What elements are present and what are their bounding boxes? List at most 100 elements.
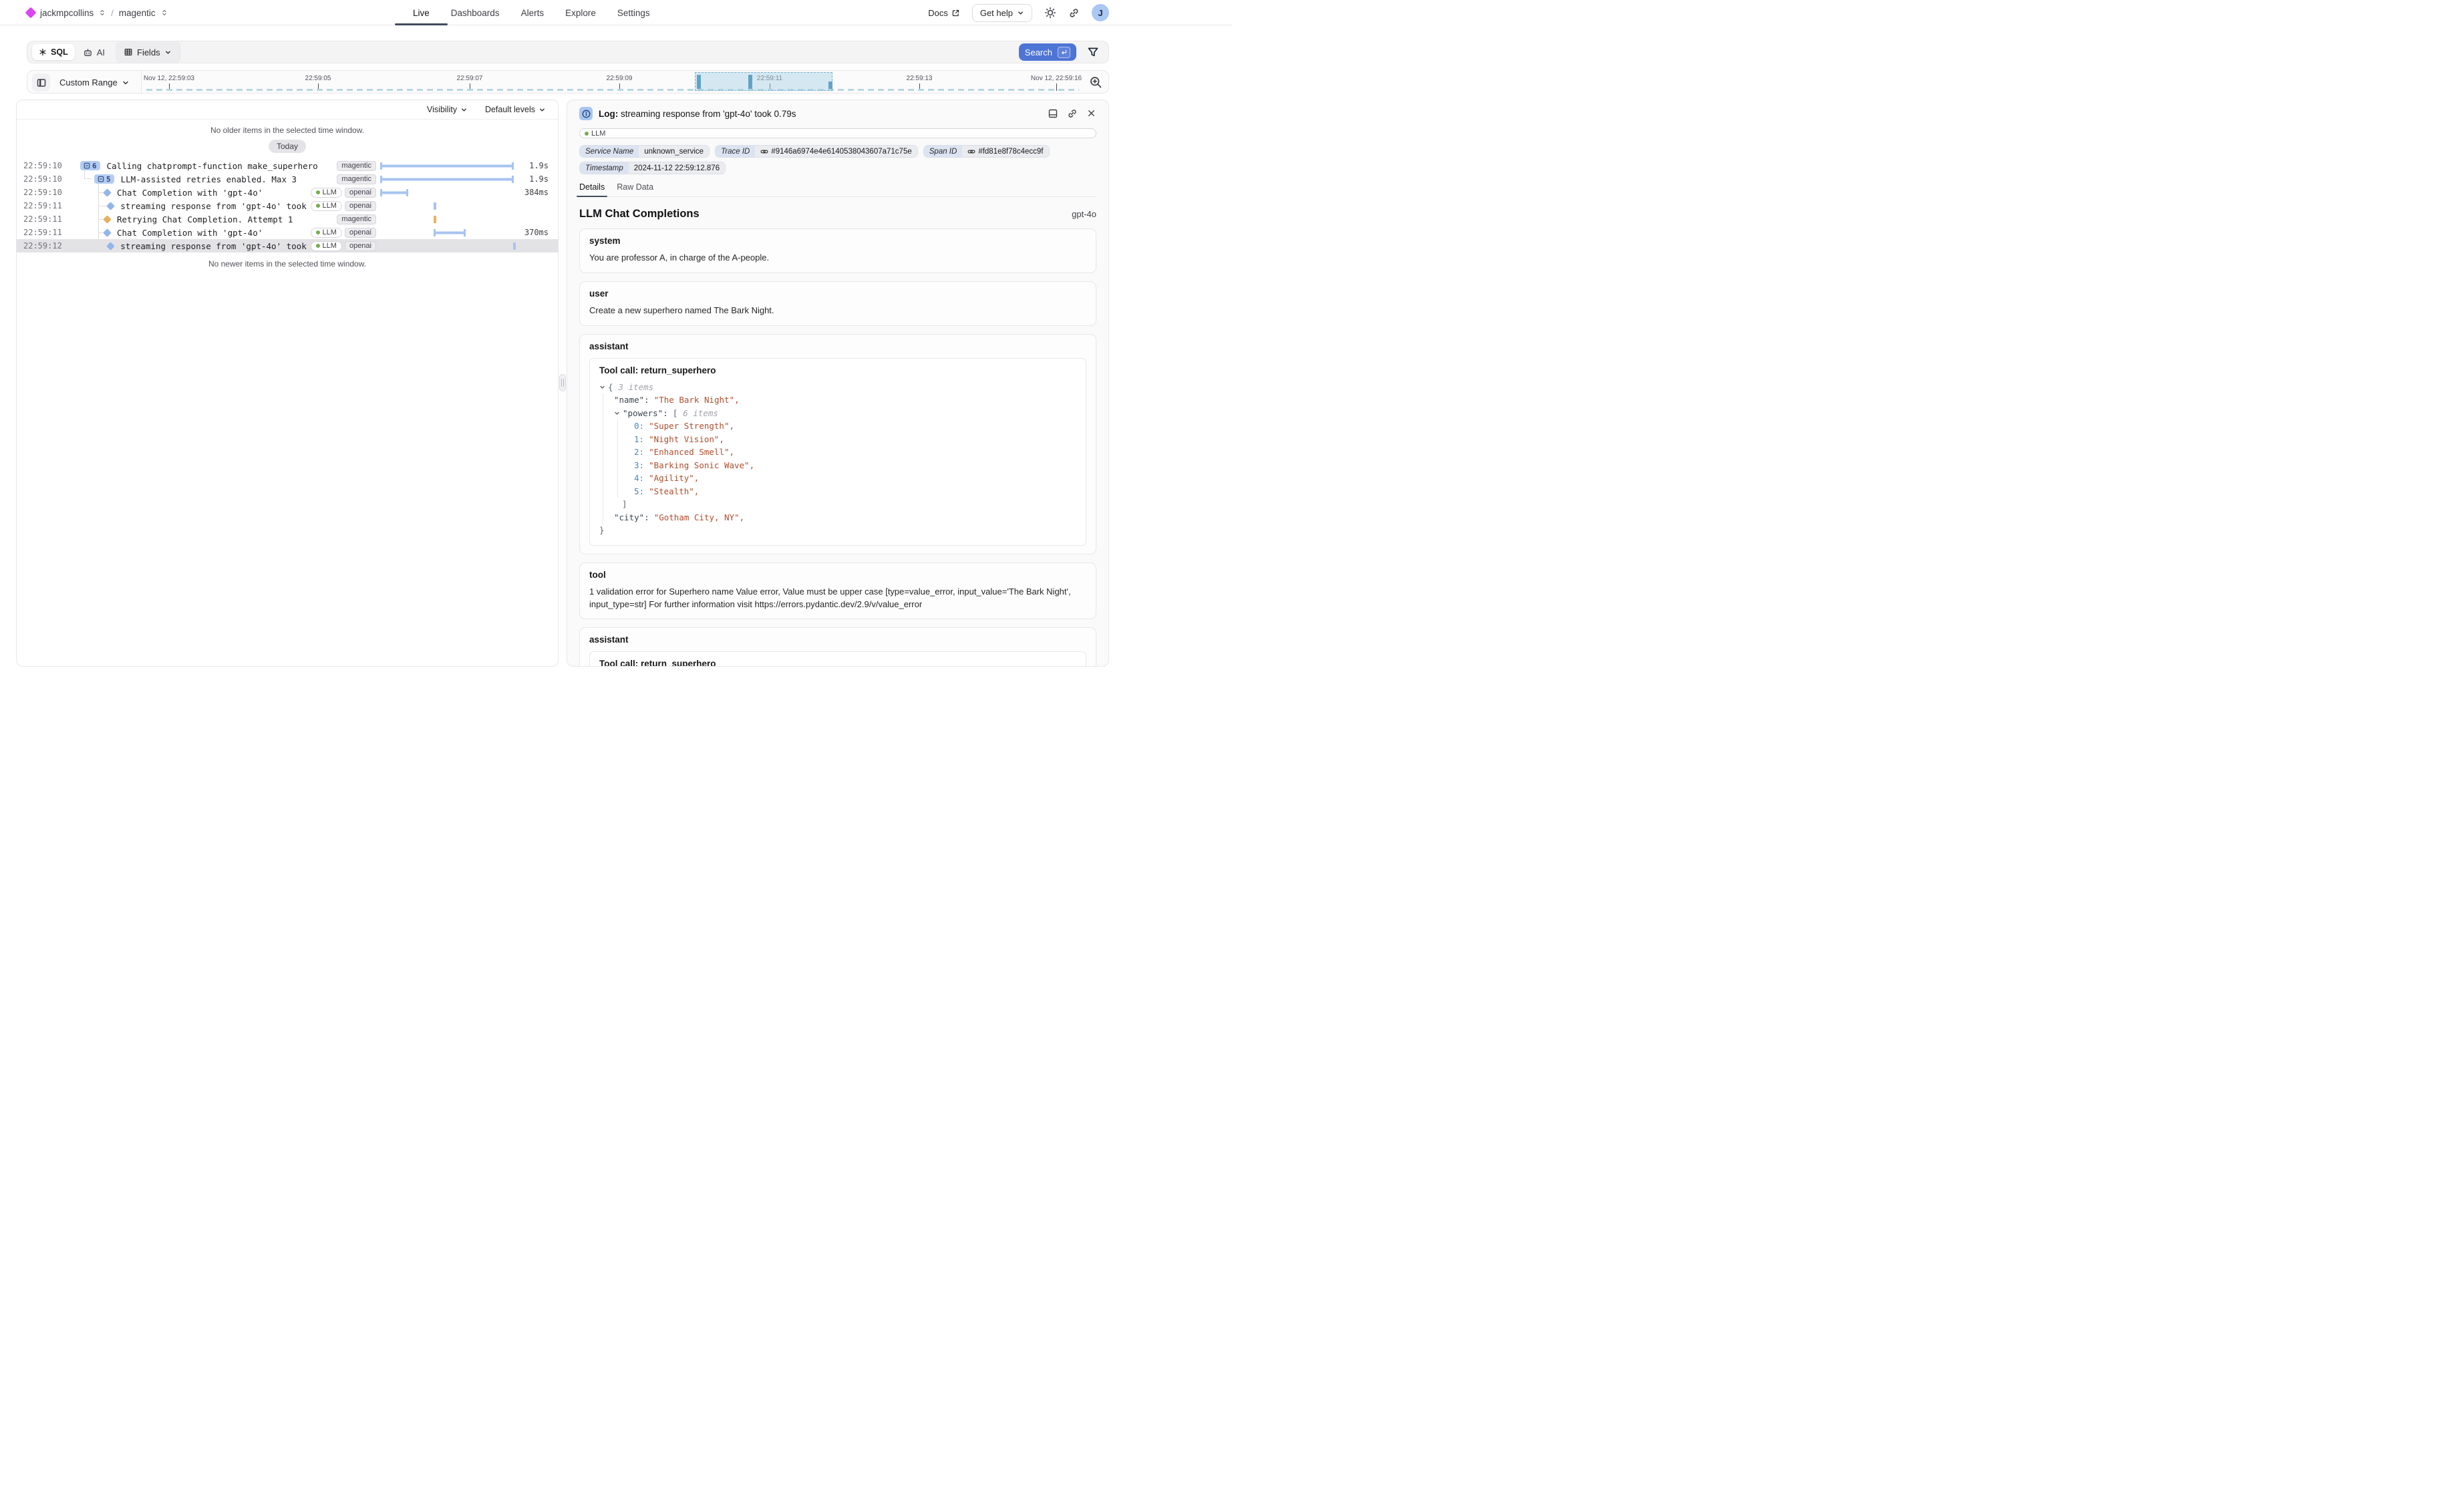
panel-resize-handle[interactable]	[559, 374, 566, 391]
project-name[interactable]: magentic	[119, 8, 156, 18]
log-message: LLM-assisted retries enabled. Max 3	[121, 174, 297, 184]
log-message: Chat Completion with 'gpt-4o'	[117, 228, 263, 238]
visibility-dropdown[interactable]: Visibility	[427, 105, 468, 114]
log-row[interactable]: 22:59:11 Chat Completion with 'gpt-4o' L…	[17, 226, 558, 239]
tag-magentic[interactable]: magentic	[337, 214, 376, 224]
default-levels-dropdown[interactable]: Default levels	[485, 105, 546, 114]
span-gantt	[380, 186, 522, 199]
tab-settings[interactable]: Settings	[617, 0, 650, 25]
tag-magentic[interactable]: magentic	[337, 161, 376, 171]
service-name-pill[interactable]: Service Name unknown_service	[579, 145, 710, 158]
chevron-down-icon	[164, 49, 172, 56]
green-dot-icon	[316, 244, 320, 248]
org-name[interactable]: jackmpcollins	[40, 8, 94, 18]
copy-link-icon[interactable]	[1067, 108, 1078, 119]
docs-link[interactable]: Docs	[928, 8, 960, 18]
span-duration: 370ms	[522, 228, 558, 237]
chevron-down-icon	[538, 106, 546, 114]
enter-key-icon	[1060, 49, 1068, 56]
histogram-bar	[828, 81, 832, 89]
tool-call-box: Tool call: return_superhero { 3 items "n…	[589, 358, 1086, 546]
message-card-tool: tool 1 validation error for Superhero na…	[579, 562, 1096, 620]
tag-magentic[interactable]: magentic	[337, 174, 376, 184]
chain-link-icon	[760, 148, 768, 156]
user-avatar[interactable]: J	[1092, 4, 1109, 21]
green-dot-icon	[316, 204, 320, 208]
span-gantt	[380, 239, 522, 253]
tool-call-title: Tool call: return_superhero	[599, 365, 1076, 375]
log-rows: 22:59:10 6 Calling chatprompt-function m…	[17, 159, 558, 253]
detail-meta-row: Service Name unknown_service Trace ID #9…	[579, 145, 1096, 158]
tag-llm[interactable]: LLM	[311, 241, 342, 251]
collapse-caret-icon[interactable]	[614, 410, 623, 416]
log-message: Retrying Chat Completion. Attempt 1	[117, 214, 293, 224]
json-viewer: { 3 items "name": "The Bark Night", "pow…	[599, 381, 1076, 537]
tick-label: Nov 12, 22:59:16	[1031, 75, 1082, 82]
get-help-button[interactable]: Get help	[972, 4, 1032, 22]
logfire-logo-icon	[25, 7, 37, 19]
theme-toggle-button[interactable]	[1044, 7, 1056, 19]
chevron-down-icon	[122, 79, 130, 87]
tag-llm[interactable]: LLM	[311, 188, 342, 198]
timestamp-pill: Timestamp 2024-11-12 22:59:12.876	[579, 162, 726, 174]
minus-square-icon	[84, 162, 90, 169]
tag-openai[interactable]: openai	[345, 228, 376, 238]
tag-llm[interactable]: LLM	[311, 228, 342, 238]
log-row[interactable]: 22:59:11 Retrying Chat Completion. Attem…	[17, 212, 558, 226]
timeline-selection[interactable]	[695, 72, 832, 91]
tab-live[interactable]: Live	[413, 0, 430, 25]
fields-dropdown-button[interactable]: Fields	[116, 41, 180, 63]
log-row[interactable]: 22:59:11 streaming response from 'gpt-4o…	[17, 199, 558, 212]
log-time: 22:59:10	[23, 161, 77, 170]
log-row[interactable]: 22:59:10 5 LLM-assisted retries enabled.…	[17, 172, 558, 186]
message-card-system: system You are professor A, in charge of…	[579, 228, 1096, 273]
tool-call-box: Tool call: return_superhero { 3 items "n…	[589, 651, 1086, 667]
collapse-sidebar-button[interactable]	[32, 73, 50, 92]
close-icon[interactable]	[1086, 108, 1096, 118]
share-link-button[interactable]	[1068, 7, 1080, 19]
log-time: 22:59:10	[23, 188, 77, 197]
span-gantt	[380, 199, 522, 212]
top-nav: jackmpcollins / magentic Live Dashboards…	[0, 0, 1232, 25]
trace-id-pill[interactable]: Trace ID #9146a6974e4e6140538043607a71c7…	[715, 145, 918, 158]
collapse-badge[interactable]: 6	[80, 161, 100, 170]
tab-raw-data[interactable]: Raw Data	[617, 182, 653, 196]
sql-mode-button[interactable]: SQL	[32, 44, 75, 60]
model-name: gpt-4o	[1072, 209, 1096, 219]
timeline-zoom-button[interactable]	[1089, 75, 1102, 89]
detail-title-text: streaming response from 'gpt-4o' took 0.…	[621, 109, 796, 119]
link-icon	[1068, 7, 1080, 19]
span-duration: 384ms	[522, 188, 558, 197]
tag-openai[interactable]: openai	[345, 188, 376, 198]
project-selector-icon[interactable]	[161, 8, 168, 17]
breadcrumb: jackmpcollins / magentic	[27, 0, 168, 25]
tag-openai[interactable]: openai	[345, 201, 376, 211]
org-selector-icon[interactable]	[99, 8, 106, 17]
search-bar: SQL AI Fields Search	[27, 41, 1109, 63]
search-query-input[interactable]	[180, 41, 1019, 63]
collapse-badge[interactable]: 5	[94, 174, 114, 184]
tag-llm[interactable]: LLM	[579, 128, 1096, 138]
log-time: 22:59:11	[23, 228, 77, 237]
tab-explore[interactable]: Explore	[565, 0, 596, 25]
dock-panel-icon[interactable]	[1048, 108, 1058, 119]
timeline-axis	[146, 89, 1079, 91]
collapse-caret-icon[interactable]	[599, 384, 608, 390]
tab-alerts[interactable]: Alerts	[521, 0, 545, 25]
today-badge: Today	[269, 140, 306, 153]
log-row-selected[interactable]: 22:59:12 streaming response from 'gpt-4o…	[17, 239, 558, 253]
log-list-header: Visibility Default levels	[17, 100, 558, 120]
tag-openai[interactable]: openai	[345, 241, 376, 251]
tag-llm[interactable]: LLM	[311, 201, 342, 211]
log-row[interactable]: 22:59:10 6 Calling chatprompt-function m…	[17, 159, 558, 172]
log-row[interactable]: 22:59:10 Chat Completion with 'gpt-4o' L…	[17, 186, 558, 199]
filter-button[interactable]	[1087, 46, 1099, 58]
span-id-pill[interactable]: Span ID #fd81e8f78c4ecc9f	[923, 145, 1050, 158]
message-text: Create a new superhero named The Bark Ni…	[589, 305, 1086, 317]
span-bar	[380, 176, 514, 183]
search-button[interactable]: Search	[1019, 43, 1076, 61]
ai-mode-button[interactable]: AI	[83, 47, 105, 57]
tab-details[interactable]: Details	[579, 182, 605, 196]
time-range-dropdown[interactable]: Custom Range	[59, 71, 130, 94]
tab-dashboards[interactable]: Dashboards	[451, 0, 500, 25]
